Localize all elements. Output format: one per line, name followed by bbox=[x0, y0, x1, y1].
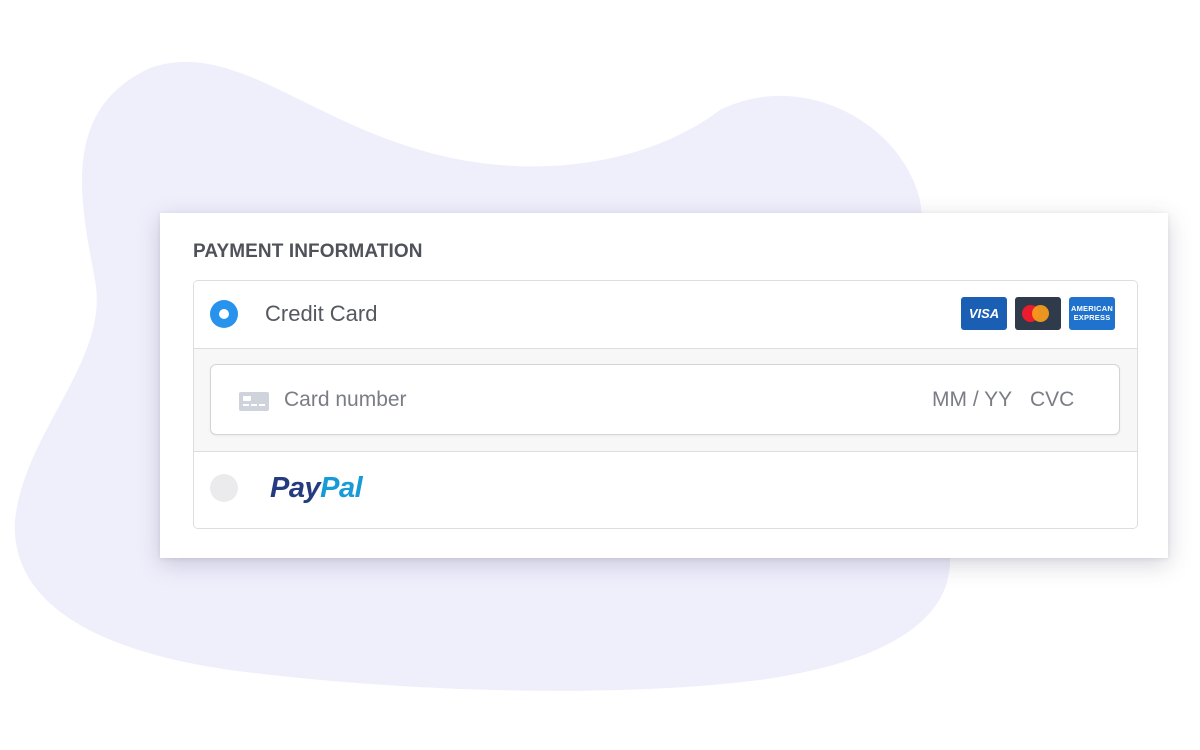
card-input-field[interactable]: Card number MM / YY CVC bbox=[210, 364, 1120, 435]
page: PAYMENT INFORMATION Credit Card VISA AME… bbox=[0, 0, 1200, 750]
credit-card-details: Card number MM / YY CVC bbox=[194, 349, 1137, 452]
amex-line2: EXPRESS bbox=[1073, 313, 1111, 322]
payment-panel: PAYMENT INFORMATION Credit Card VISA AME… bbox=[160, 213, 1168, 558]
paypal-option[interactable]: PayPal bbox=[194, 452, 1137, 528]
credit-card-option[interactable]: Credit Card VISA AMERICAN EXPRESS bbox=[194, 281, 1137, 349]
paypal-logo-part2: Pal bbox=[320, 472, 363, 504]
paypal-logo-part1: Pay bbox=[270, 472, 321, 504]
section-title: PAYMENT INFORMATION bbox=[193, 241, 423, 262]
payment-methods-list: Credit Card VISA AMERICAN EXPRESS Card n… bbox=[193, 280, 1138, 529]
credit-card-radio[interactable] bbox=[210, 300, 238, 328]
credit-card-label: Credit Card bbox=[265, 301, 378, 326]
visa-logo-icon: VISA bbox=[961, 297, 1007, 330]
mastercard-yellow-circle bbox=[1032, 305, 1049, 322]
paypal-logo-icon: PayPal bbox=[270, 472, 363, 505]
card-number-input[interactable]: Card number bbox=[284, 388, 407, 412]
expiry-input[interactable]: MM / YY bbox=[932, 388, 1012, 412]
amex-logo-icon: AMERICAN EXPRESS bbox=[1069, 297, 1115, 330]
card-brand-logos: VISA AMERICAN EXPRESS bbox=[961, 297, 1115, 330]
amex-line1: AMERICAN bbox=[1070, 304, 1113, 313]
credit-card-icon bbox=[239, 392, 269, 411]
cvc-input[interactable]: CVC bbox=[1030, 388, 1074, 412]
paypal-radio[interactable] bbox=[210, 474, 238, 502]
radio-selected-dot bbox=[219, 309, 229, 319]
mastercard-logo-icon bbox=[1015, 297, 1061, 330]
